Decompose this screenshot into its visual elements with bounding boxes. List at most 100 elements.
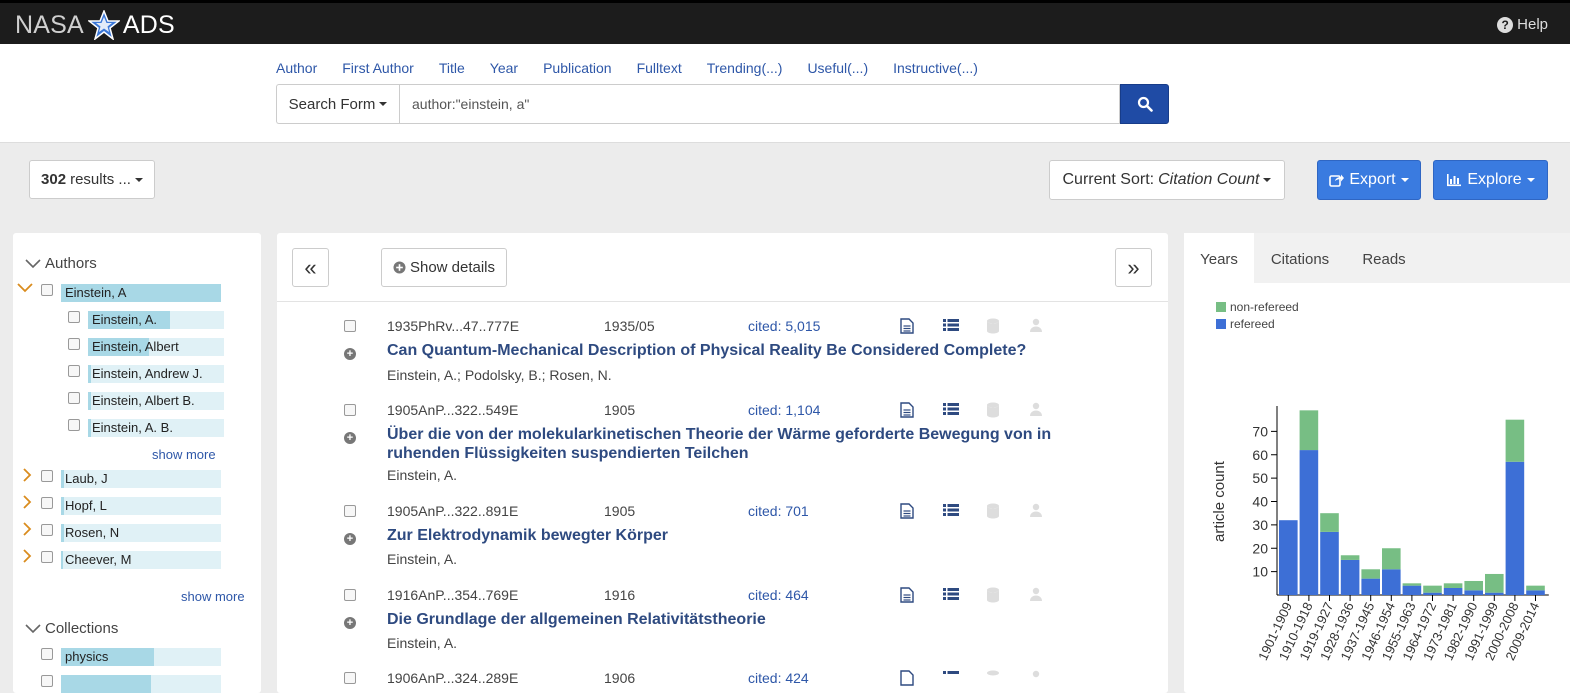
result-bibcode[interactable]: 1906AnP...324..289E (387, 670, 518, 686)
list-icon[interactable] (943, 402, 986, 418)
expand-result-icon[interactable]: + (344, 432, 356, 444)
author-facet-item[interactable]: Hopf, L (61, 497, 221, 515)
expand-result-icon[interactable]: + (344, 533, 356, 545)
result-title[interactable]: Die Grundlage der allgemeinen Relativitä… (387, 610, 1077, 629)
sub-author-facet-item[interactable]: Einstein, A. (88, 311, 224, 329)
author-checkbox[interactable] (41, 497, 53, 509)
search-form-dropdown[interactable]: Search Form (276, 84, 399, 124)
author-facet-item[interactable]: Laub, J (61, 470, 221, 488)
result-checkbox[interactable] (344, 404, 356, 416)
bar-refereed (1402, 585, 1422, 595)
author-facet-item[interactable]: Cheever, M (61, 551, 221, 569)
quick-link-instructive[interactable]: Instructive(...) (893, 60, 978, 76)
chevron-right-icon[interactable] (22, 468, 32, 482)
author-facet-item[interactable]: Einstein, A (61, 284, 221, 302)
author-checkbox[interactable] (41, 470, 53, 482)
explore-button[interactable]: Explore (1433, 160, 1548, 200)
sub-author-facet-item[interactable]: Einstein, Albert (88, 338, 224, 356)
result-title[interactable]: Über die von der molekularkinetischen Th… (387, 425, 1077, 463)
author-checkbox[interactable] (41, 284, 53, 296)
result-citation-count[interactable]: cited: 5,015 (748, 318, 820, 334)
chevron-down-icon[interactable] (17, 283, 33, 293)
result-citation-count[interactable]: cited: 1,104 (748, 402, 820, 418)
result-title[interactable]: Can Quantum-Mechanical Description of Ph… (387, 341, 1077, 360)
chevron-right-icon[interactable] (22, 549, 32, 563)
export-button[interactable]: Export (1317, 160, 1421, 200)
sub-author-facet-item[interactable]: Einstein, A. B. (88, 419, 224, 437)
result-checkbox[interactable] (344, 589, 356, 601)
show-more-authors-link[interactable]: show more (181, 589, 245, 604)
fulltext-icon[interactable] (900, 318, 943, 334)
sub-author-facet-item[interactable]: Einstein, Andrew J. (88, 365, 224, 383)
list-icon[interactable] (943, 670, 986, 686)
sub-author-checkbox[interactable] (68, 311, 80, 323)
sort-dropdown[interactable]: Current Sort: Citation Count (1049, 160, 1285, 200)
quick-link-title[interactable]: Title (439, 60, 465, 76)
result-bibcode[interactable]: 1905AnP...322..891E (387, 503, 518, 519)
result-bibcode[interactable]: 1916AnP...354..769E (387, 587, 518, 603)
quick-link-first-author[interactable]: First Author (342, 60, 414, 76)
quick-link-useful[interactable]: Useful(...) (807, 60, 868, 76)
expand-result-icon[interactable]: + (344, 348, 356, 360)
result-title[interactable]: Zur Elektrodynamik bewegter Körper (387, 526, 1077, 545)
fulltext-icon[interactable] (900, 587, 943, 603)
result-checkbox[interactable] (344, 672, 356, 684)
search-input[interactable] (399, 84, 1120, 124)
bar-non-refereed (1299, 410, 1319, 451)
result-citation-count[interactable]: cited: 424 (748, 670, 809, 686)
brand-logo[interactable]: NASA ADS (15, 10, 175, 40)
previous-page-button[interactable]: « (292, 248, 329, 287)
sub-author-checkbox[interactable] (68, 392, 80, 404)
facet-label: Einstein, Andrew J. (92, 366, 203, 381)
sub-author-checkbox[interactable] (68, 419, 80, 431)
sub-author-facet-item[interactable]: Einstein, Albert B. (88, 392, 224, 410)
result-citation-count[interactable]: cited: 464 (748, 587, 809, 603)
star-icon (87, 10, 120, 40)
result-bibcode[interactable]: 1935PhRv...47..777E (387, 318, 519, 334)
search-button[interactable] (1120, 84, 1169, 124)
sub-author-checkbox[interactable] (68, 338, 80, 350)
collection-facet-item[interactable] (61, 675, 221, 693)
result-checkbox[interactable] (344, 505, 356, 517)
search-form-label: Search Form (288, 95, 376, 113)
sub-author-checkbox[interactable] (68, 365, 80, 377)
results-count-dropdown[interactable]: 302 results ... (29, 160, 155, 199)
collection-checkbox[interactable] (41, 648, 53, 660)
fulltext-icon[interactable] (900, 503, 943, 519)
fulltext-icon[interactable] (900, 670, 943, 686)
collections-facet-toggle[interactable]: Collections (25, 620, 118, 637)
next-page-button[interactable]: » (1115, 248, 1152, 287)
divider (277, 301, 1168, 302)
fulltext-icon[interactable] (900, 402, 943, 418)
quick-link-year[interactable]: Year (490, 60, 518, 76)
result-resource-icons (900, 587, 1072, 603)
facet-label: Einstein, Albert B. (92, 393, 195, 408)
list-icon[interactable] (943, 318, 986, 334)
quick-link-author[interactable]: Author (276, 60, 317, 76)
collection-facet-item[interactable]: physics (61, 648, 221, 666)
author-checkbox[interactable] (41, 524, 53, 536)
author-checkbox[interactable] (41, 551, 53, 563)
chevron-right-icon[interactable] (22, 522, 32, 536)
chevron-right-icon[interactable] (22, 495, 32, 509)
quick-link-publication[interactable]: Publication (543, 60, 612, 76)
quick-link-fulltext[interactable]: Fulltext (637, 60, 682, 76)
result-checkbox[interactable] (344, 320, 356, 332)
expand-result-icon[interactable]: + (344, 617, 356, 629)
help-link[interactable]: ? Help (1497, 16, 1548, 33)
authors-facet-toggle[interactable]: Authors (25, 255, 97, 272)
result-bibcode[interactable]: 1905AnP...322..549E (387, 402, 518, 418)
list-icon[interactable] (943, 503, 986, 519)
y-tick-label: 50 (1252, 470, 1268, 486)
search-bar: Search Form (276, 84, 1169, 124)
quick-link-trending[interactable]: Trending(...) (707, 60, 783, 76)
author-facet-item[interactable]: Rosen, N (61, 524, 221, 542)
chevron-down-icon (25, 258, 41, 268)
years-bar-chart: 10203040506070article count1901-19091910… (1211, 406, 1549, 663)
top-navbar: NASA ADS ? Help (0, 0, 1570, 44)
collection-checkbox[interactable] (41, 675, 53, 687)
show-details-button[interactable]: Show details (381, 248, 507, 287)
show-more-sub-authors-link[interactable]: show more (152, 447, 216, 462)
result-citation-count[interactable]: cited: 701 (748, 503, 809, 519)
list-icon[interactable] (943, 587, 986, 603)
